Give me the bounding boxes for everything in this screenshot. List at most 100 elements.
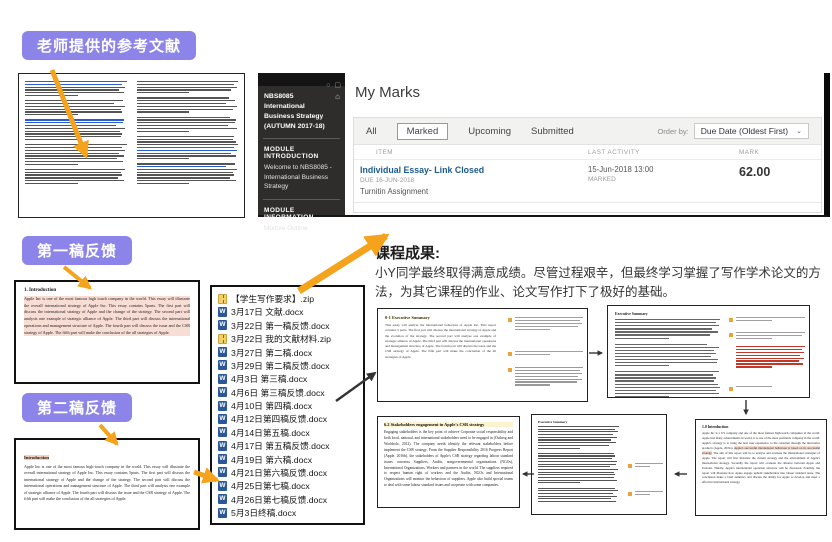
text-line bbox=[515, 354, 551, 355]
file-name: 4月25日第七稿.docx bbox=[231, 479, 310, 492]
file-list-item[interactable]: 3月22日 我的文献材料.zip bbox=[218, 332, 360, 345]
text-line bbox=[736, 317, 805, 318]
file-list-item[interactable]: 4月25日第七稿.docx bbox=[218, 479, 360, 492]
file-name: 4月26日第七稿反馈.docx bbox=[231, 493, 327, 506]
text-line bbox=[137, 111, 190, 112]
text-line bbox=[538, 434, 613, 435]
file-list-item[interactable]: 4月6日 第三稿反馈.docx bbox=[218, 386, 360, 399]
file-list-item[interactable]: 3月17日 文献.docx bbox=[218, 305, 360, 318]
text-line bbox=[615, 322, 716, 323]
text-line bbox=[137, 147, 234, 148]
text-line bbox=[538, 461, 617, 462]
text-line bbox=[538, 480, 617, 481]
word-file-icon bbox=[218, 374, 227, 384]
word-file-icon bbox=[218, 360, 227, 370]
home-icon[interactable]: ⌂ bbox=[335, 92, 340, 131]
file-list-item[interactable]: 4月17日 第五稿反馈.docx bbox=[218, 439, 360, 452]
text-line bbox=[515, 384, 551, 385]
text-line bbox=[538, 448, 580, 449]
text-line bbox=[615, 374, 713, 375]
doc-d-title: Executive Summary bbox=[538, 420, 660, 424]
text-line bbox=[615, 396, 669, 397]
text-line bbox=[137, 81, 239, 82]
text-line bbox=[615, 347, 719, 348]
text-line bbox=[137, 169, 237, 170]
text-line bbox=[615, 334, 710, 335]
text-line bbox=[538, 482, 580, 483]
text-line bbox=[635, 494, 649, 495]
order-by-dropdown[interactable]: Due Date (Oldest First) ⌄ bbox=[694, 123, 809, 139]
text-line bbox=[615, 319, 720, 320]
tab-bar: All Marked Upcoming Submitted bbox=[366, 123, 574, 140]
text-line bbox=[137, 128, 237, 129]
text-line bbox=[25, 150, 125, 151]
text-line bbox=[538, 496, 617, 497]
draft1-title: 1. Introduction bbox=[24, 288, 190, 293]
file-list-item[interactable]: 3月27日 第二稿.docx bbox=[218, 346, 360, 359]
assignment-link[interactable]: Individual Essay- Link Closed bbox=[360, 165, 588, 175]
comment-icon bbox=[508, 318, 512, 322]
order-by-label: Order by: bbox=[657, 127, 688, 136]
outcome-title: 课程成果: bbox=[375, 242, 440, 263]
text-line bbox=[25, 164, 78, 165]
text-line bbox=[137, 125, 228, 126]
doc-b-title: Executive Summary bbox=[615, 312, 802, 316]
text-line bbox=[25, 147, 122, 148]
sidebar-sections: MODULE INTRODUCTIONWelcome to NBS8085 - … bbox=[258, 133, 345, 235]
text-line bbox=[515, 370, 581, 371]
text-line bbox=[538, 469, 618, 470]
text-line bbox=[137, 87, 237, 88]
tab-marked[interactable]: Marked bbox=[397, 123, 449, 140]
assignment-type: Turnitin Assignment bbox=[360, 187, 588, 196]
sidebar-item[interactable]: Module Outline bbox=[258, 223, 345, 235]
file-list-item[interactable]: 4月19日 第六稿.docx bbox=[218, 453, 360, 466]
file-list-item[interactable]: 3月22日 第一稿反馈.docx bbox=[218, 319, 360, 332]
sidebar-item[interactable]: Welcome to NBS8085 - International Busin… bbox=[258, 162, 345, 193]
sidebar-divider bbox=[263, 138, 340, 139]
sidebar-section-header: MODULE INFORMATION bbox=[258, 205, 345, 223]
text-line bbox=[25, 95, 78, 96]
text-line bbox=[25, 174, 122, 175]
file-list-item[interactable]: 3月29日 第二稿反馈.docx bbox=[218, 359, 360, 372]
comment-icon bbox=[628, 492, 632, 496]
text-line bbox=[538, 429, 615, 430]
file-list-item[interactable]: 4月3日 第三稿.docx bbox=[218, 372, 360, 385]
tab-submitted[interactable]: Submitted bbox=[531, 126, 574, 137]
file-list-item[interactable]: 4月14日第五稿.docx bbox=[218, 426, 360, 439]
text-line bbox=[615, 344, 707, 345]
text-line bbox=[25, 144, 127, 145]
tab-all[interactable]: All bbox=[366, 126, 377, 137]
text-line bbox=[515, 323, 583, 324]
text-line bbox=[736, 338, 772, 339]
file-name: 3月22日 我的文献材料.zip bbox=[231, 332, 331, 345]
text-line bbox=[25, 92, 124, 93]
text-line bbox=[538, 439, 611, 440]
text-line bbox=[137, 97, 229, 98]
file-list-item[interactable]: 4月26日第七稿反馈.docx bbox=[218, 493, 360, 506]
text-line bbox=[615, 350, 714, 351]
lms-main-area: My Marks AllMarkedUpcomingSubmitted Orde… bbox=[345, 73, 824, 215]
file-list-item[interactable]: 4月12日第四稿反馈.docx bbox=[218, 412, 360, 425]
text-line bbox=[615, 338, 669, 339]
text-line bbox=[25, 177, 118, 178]
course-title-row[interactable]: NBS8085 International Business Strategy … bbox=[258, 86, 345, 133]
arrow-files-to-result bbox=[299, 236, 386, 291]
file-name: 4月14日第五稿.docx bbox=[231, 426, 310, 439]
file-list-item[interactable]: 4月10日 第四稿.docx bbox=[218, 399, 360, 412]
file-list-item[interactable]: 4月21日第六稿反馈.docx bbox=[218, 466, 360, 479]
text-line bbox=[615, 328, 712, 329]
tab-upcoming[interactable]: Upcoming bbox=[468, 126, 511, 137]
text-line bbox=[137, 84, 234, 85]
file-list-item[interactable]: 5月3日终稿.docx bbox=[218, 506, 360, 519]
margin-comment bbox=[508, 317, 583, 331]
word-file-icon bbox=[218, 387, 227, 397]
text-line bbox=[615, 371, 719, 372]
text-line bbox=[25, 125, 116, 126]
word-file-icon bbox=[218, 401, 227, 411]
file-name: 4月19日 第六稿.docx bbox=[231, 453, 312, 466]
file-list-item[interactable]: 【学生写作要求】.zip bbox=[218, 292, 360, 305]
exec-summary-doc-a: 0-1 Executive Summary This essay will an… bbox=[377, 308, 588, 402]
text-line bbox=[137, 117, 230, 118]
reference-column-right bbox=[137, 81, 239, 210]
text-line bbox=[25, 158, 117, 159]
